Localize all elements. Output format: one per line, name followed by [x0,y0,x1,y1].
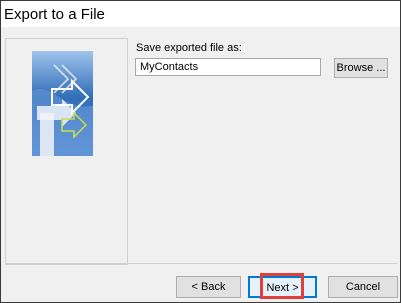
footer-divider [5,263,397,264]
cancel-button[interactable]: Cancel [328,276,398,298]
export-arrows-graphic-icon [32,51,93,156]
window-title: Export to a File [4,6,105,23]
save-as-label: Save exported file as: [136,42,242,54]
title-bar: Export to a File [1,1,400,27]
export-dialog: Export to a File Save exported file as: … [0,0,401,303]
back-button[interactable]: < Back [176,276,241,298]
filename-input[interactable] [135,58,321,76]
next-button[interactable]: Next > [248,276,317,298]
browse-button[interactable]: Browse ... [334,58,388,78]
